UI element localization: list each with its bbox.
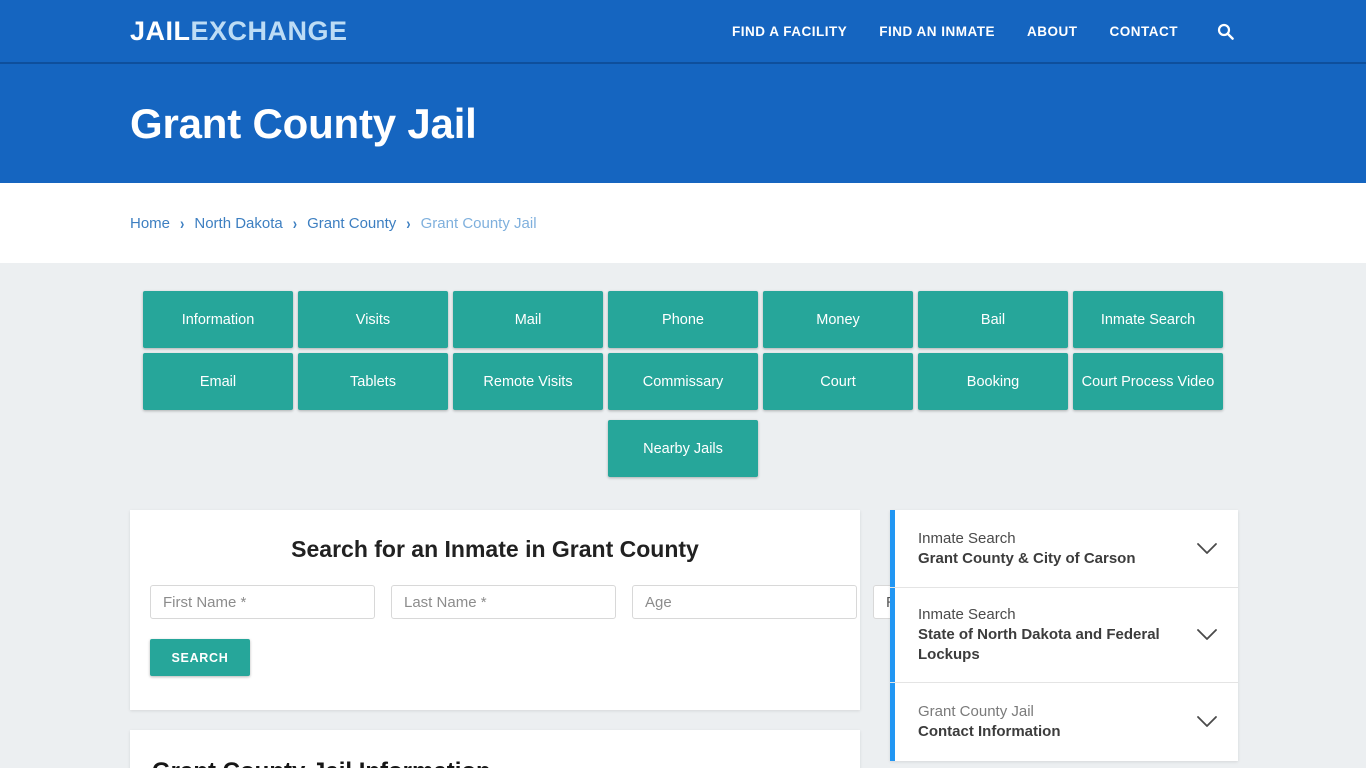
inmate-search-card: Search for an Inmate in Grant County Rac… — [130, 510, 1038, 710]
content-columns: Search for an Inmate in Grant County Rac… — [130, 510, 1238, 768]
jail-information-title: Grant County Jail Information — [152, 758, 838, 768]
breadcrumb-item-grant-county[interactable]: Grant County — [307, 215, 396, 232]
nav-item-about[interactable]: ABOUT — [1027, 24, 1078, 39]
section-button-commissary[interactable]: Commissary — [608, 353, 758, 410]
nav-item-contact[interactable]: CONTACT — [1110, 24, 1179, 39]
main-column: Search for an Inmate in Grant County Rac… — [130, 510, 1038, 768]
sidebar-accordion: Inmate Search Grant County & City of Car… — [890, 510, 1238, 761]
section-button-inmate-search[interactable]: Inmate Search — [1073, 291, 1223, 348]
section-button-booking[interactable]: Booking — [918, 353, 1068, 410]
age-input[interactable] — [632, 585, 857, 619]
page-title: Grant County Jail — [130, 99, 477, 147]
breadcrumb-item-home[interactable]: Home — [130, 215, 170, 232]
site-logo[interactable]: JAILEXCHANGE — [130, 15, 348, 46]
chevron-right-icon: › — [292, 213, 298, 233]
accordion-item-title: Grant County & City of Carson — [918, 549, 1136, 567]
section-button-tablets[interactable]: Tablets — [298, 353, 448, 410]
logo-text-secondary: EXCHANGE — [190, 15, 348, 46]
search-icon[interactable] — [1214, 20, 1236, 42]
section-button-money[interactable]: Money — [763, 291, 913, 348]
accordion-item-subtitle: Inmate Search — [918, 529, 1016, 547]
section-button-court[interactable]: Court — [763, 353, 913, 410]
inmate-search-title: Search for an Inmate in Grant County — [291, 536, 699, 562]
accordion-item-text: Grant County Jail Contact Information — [918, 702, 1196, 742]
sidebar-column: Inmate Search Grant County & City of Car… — [890, 510, 1238, 768]
breadcrumb-item-current: Grant County Jail — [420, 214, 537, 232]
section-button-remote-visits[interactable]: Remote Visits — [453, 353, 603, 410]
section-button-visits[interactable]: Visits — [298, 291, 448, 348]
page-body: Information Visits Mail Phone Money Bail… — [0, 263, 1366, 768]
section-button-bail[interactable]: Bail — [918, 291, 1068, 348]
accordion-item-inmate-search-state[interactable]: Inmate Search State of North Dakota and … — [890, 588, 1238, 683]
section-button-phone[interactable]: Phone — [608, 291, 758, 348]
breadcrumb: Home › North Dakota › Grant County › Gra… — [130, 213, 537, 233]
section-button-mail[interactable]: Mail — [453, 291, 603, 348]
inmate-search-submit-button[interactable]: SEARCH — [150, 639, 250, 676]
accordion-item-subtitle: Grant County Jail — [918, 702, 1034, 720]
facility-section-buttons: Information Visits Mail Phone Money Bail… — [135, 291, 1231, 477]
hero-banner: Grant County Jail — [0, 64, 1366, 183]
chevron-right-icon: › — [180, 213, 185, 233]
accordion-item-text: Inmate Search Grant County & City of Car… — [918, 529, 1196, 569]
section-button-information[interactable]: Information — [143, 291, 293, 348]
accordion-item-subtitle: Inmate Search — [918, 606, 1016, 623]
chevron-right-icon: › — [406, 213, 411, 233]
breadcrumb-bar: Home › North Dakota › Grant County › Gra… — [0, 183, 1366, 263]
breadcrumb-item-north-dakota[interactable]: North Dakota — [194, 215, 282, 232]
accordion-item-text: Inmate Search State of North Dakota and … — [918, 605, 1196, 665]
inmate-search-fields: Race — [150, 585, 1038, 619]
chevron-down-icon[interactable] — [1196, 715, 1218, 728]
nav-item-find-a-facility[interactable]: FIND A FACILITY — [732, 24, 847, 39]
accordion-item-contact-information[interactable]: Grant County Jail Contact Information — [890, 682, 1238, 761]
first-name-input[interactable] — [150, 585, 375, 619]
jail-information-card: Grant County Jail Information — [130, 730, 860, 768]
accordion-item-title: State of North Dakota and Federal Lockup… — [918, 625, 1160, 663]
accordion-item-inmate-search-county[interactable]: Inmate Search Grant County & City of Car… — [890, 510, 1238, 588]
nav-item-find-an-inmate[interactable]: FIND AN INMATE — [879, 24, 995, 39]
last-name-input[interactable] — [391, 585, 616, 619]
site-header: JAILEXCHANGE FIND A FACILITY FIND AN INM… — [0, 0, 1366, 64]
chevron-down-icon[interactable] — [1196, 628, 1218, 641]
logo-text-primary: JAIL — [130, 15, 191, 46]
chevron-down-icon[interactable] — [1196, 542, 1218, 555]
section-button-court-process-video[interactable]: Court Process Video — [1073, 353, 1223, 410]
section-button-nearby-jails[interactable]: Nearby Jails — [608, 420, 758, 477]
accordion-item-title: Contact Information — [918, 722, 1061, 740]
section-button-email[interactable]: Email — [143, 353, 293, 410]
main-navigation: FIND A FACILITY FIND AN INMATE ABOUT CON… — [732, 20, 1236, 42]
